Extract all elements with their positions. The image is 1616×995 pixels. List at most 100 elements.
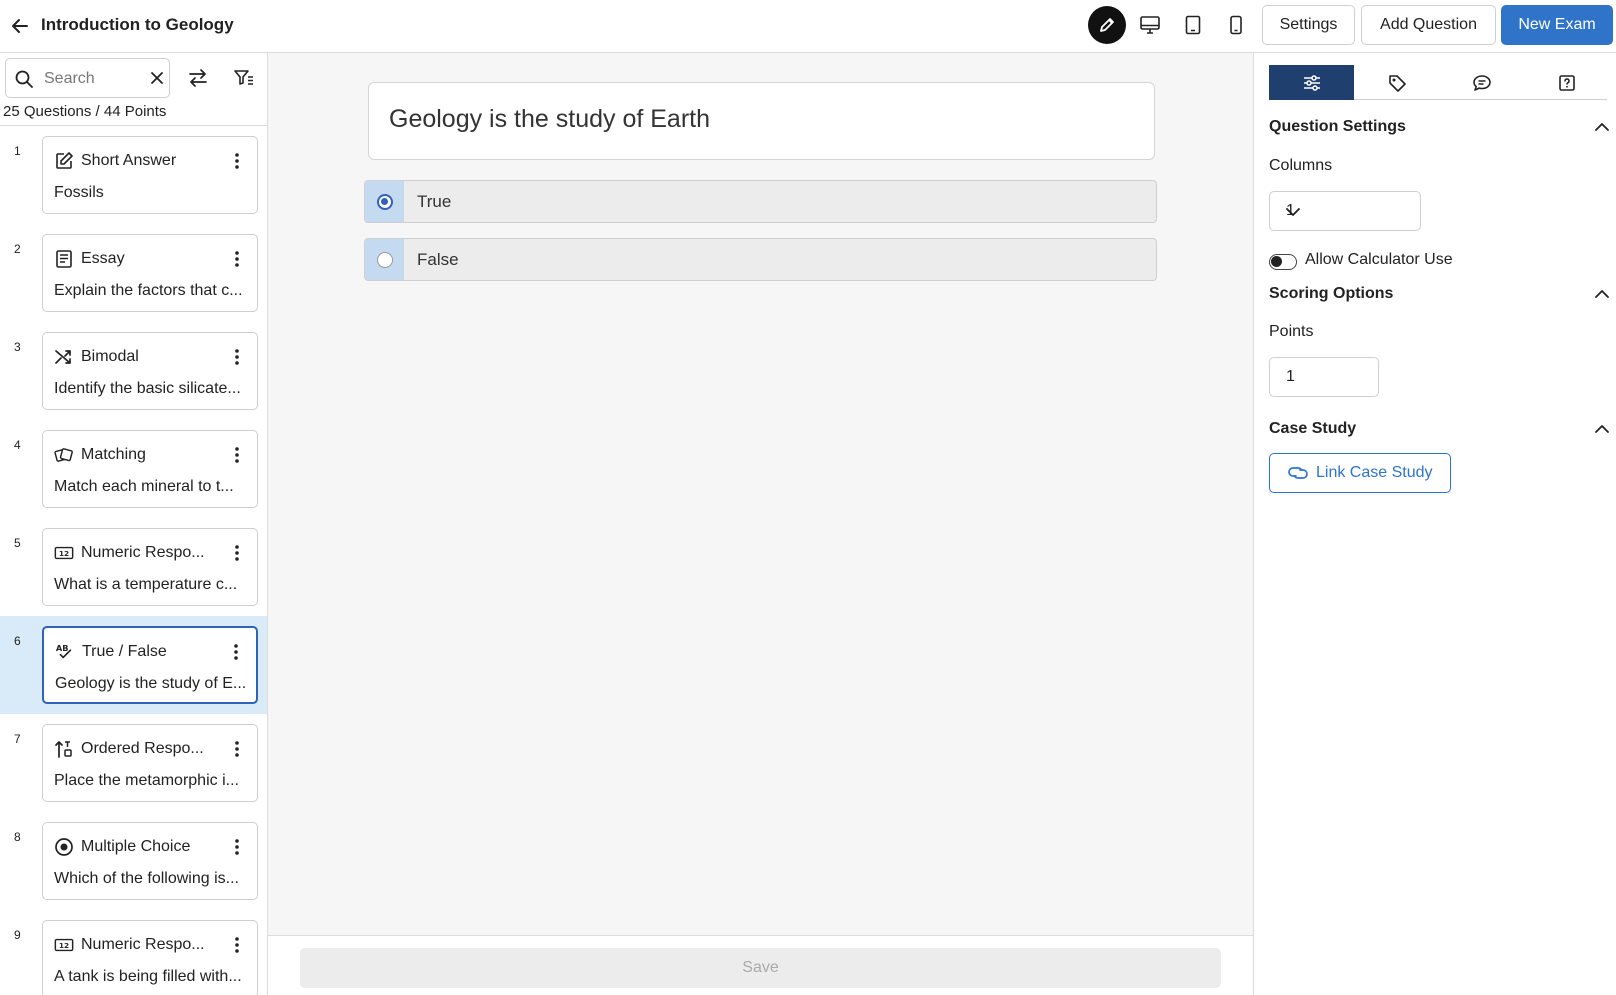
list-item-selected: 6 AB True / False Geology is the study o… [0, 616, 267, 714]
more-vertical-icon[interactable] [227, 150, 247, 172]
question-card[interactable]: Short Answer Fossils [42, 136, 258, 214]
more-vertical-icon[interactable] [227, 248, 247, 270]
question-preview: Identify the basic silicate... [54, 380, 241, 397]
list-item: 2 Essay Explain the factors that c... [0, 224, 267, 322]
list-item: 3 Bimodal Identify the basic silicate... [0, 322, 267, 420]
more-vertical-icon[interactable] [227, 836, 247, 858]
ordered-icon [54, 739, 74, 759]
question-type: Multiple Choice [81, 838, 191, 855]
option-false[interactable]: False [364, 238, 1157, 281]
question-number: 6 [14, 634, 21, 648]
list-item: 7 Ordered Respo... Place the metamorphic… [0, 714, 267, 812]
question-number: 8 [14, 830, 21, 844]
question-preview: Match each mineral to t... [54, 478, 234, 495]
add-question-button[interactable]: Add Question [1361, 5, 1496, 45]
more-vertical-icon[interactable] [227, 934, 247, 956]
columns-select[interactable]: 1 [1269, 191, 1421, 231]
tab-help-icon[interactable] [1524, 65, 1609, 100]
numeric-icon: 12 [54, 935, 74, 955]
filter-icon[interactable] [230, 64, 258, 92]
link-icon [1286, 465, 1310, 486]
question-card[interactable]: AB True / False Geology is the study of … [42, 626, 258, 704]
settings-button[interactable]: Settings [1262, 5, 1355, 45]
question-card[interactable]: 12 Numeric Respo... What is a temperatur… [42, 528, 258, 606]
list-item: 8 Multiple Choice Which of the following… [0, 812, 267, 910]
list-item: 5 12 Numeric Respo... What is a temperat… [0, 518, 267, 616]
list-item: 4 Matching Match each mineral to t... [0, 420, 267, 518]
question-card[interactable]: Multiple Choice Which of the following i… [42, 822, 258, 900]
points-input[interactable] [1269, 357, 1379, 397]
radio-button-checked[interactable] [376, 193, 393, 210]
desktop-preview-icon[interactable] [1131, 6, 1169, 44]
question-text-box[interactable]: Geology is the study of Earth [368, 82, 1155, 160]
chevron-up-icon[interactable] [1592, 418, 1612, 438]
question-preview: Place the metamorphic i... [54, 772, 239, 789]
more-vertical-icon[interactable] [226, 641, 246, 663]
matching-icon [54, 445, 74, 465]
question-preview: Fossils [54, 184, 104, 201]
editor-footer: Save [268, 935, 1253, 995]
tablet-preview-icon[interactable] [1174, 6, 1212, 44]
tab-comments-icon[interactable] [1439, 65, 1524, 100]
question-type: Short Answer [81, 152, 177, 169]
question-preview: A tank is being filled with... [54, 968, 242, 985]
search-icon [14, 69, 34, 94]
columns-label: Columns [1269, 157, 1333, 174]
page-title: Introduction to Geology [41, 15, 234, 34]
tab-tags-icon[interactable] [1354, 65, 1439, 100]
radio-icon [54, 837, 74, 857]
search-box [5, 58, 170, 98]
question-card[interactable]: Matching Match each mineral to t... [42, 430, 258, 508]
more-vertical-icon[interactable] [227, 542, 247, 564]
more-vertical-icon[interactable] [227, 738, 247, 760]
question-type: Numeric Respo... [81, 544, 205, 561]
question-number: 3 [14, 340, 21, 354]
question-card[interactable]: Ordered Respo... Place the metamorphic i… [42, 724, 258, 802]
question-number: 2 [14, 242, 21, 256]
radio-button[interactable] [376, 251, 393, 268]
question-card[interactable]: 12 Numeric Respo... A tank is being fill… [42, 920, 258, 995]
numeric-icon: 12 [54, 543, 74, 563]
document-icon [54, 249, 74, 269]
question-number: 1 [14, 144, 21, 158]
calculator-toggle[interactable] [1269, 254, 1297, 270]
question-sidebar: 25 Questions / 44 Points 1 Short Answer … [0, 53, 268, 995]
radio-cell [365, 181, 404, 222]
save-button[interactable]: Save [300, 948, 1221, 988]
edit-mode-pencil-icon[interactable] [1088, 6, 1126, 44]
mobile-preview-icon[interactable] [1217, 6, 1255, 44]
question-editor: Geology is the study of Earth True False… [268, 53, 1253, 995]
radio-cell [365, 239, 404, 280]
question-number: 9 [14, 928, 21, 942]
link-case-study-button[interactable]: Link Case Study [1269, 453, 1451, 493]
more-vertical-icon[interactable] [227, 346, 247, 368]
calculator-label: Allow Calculator Use [1305, 251, 1453, 268]
question-list: 1 Short Answer Fossils 2 Essay Explain t… [0, 125, 267, 995]
tab-settings-sliders-icon[interactable] [1269, 65, 1354, 100]
spellcheck-icon: AB [55, 642, 75, 662]
new-exam-button[interactable]: New Exam [1501, 5, 1613, 45]
question-settings-title: Question Settings [1269, 118, 1406, 135]
back-arrow-icon[interactable] [6, 12, 34, 40]
settings-panel: Question Settings Columns 1 Allow Calcul… [1253, 53, 1616, 995]
question-number: 4 [14, 438, 21, 452]
scoring-options-title: Scoring Options [1269, 285, 1394, 302]
question-card[interactable]: Essay Explain the factors that c... [42, 234, 258, 312]
shuffle-icon [54, 347, 74, 367]
question-number: 5 [14, 536, 21, 550]
swap-icon[interactable] [184, 64, 212, 92]
close-icon[interactable] [149, 70, 165, 91]
link-case-study-label: Link Case Study [1316, 464, 1433, 481]
chevron-up-icon[interactable] [1592, 116, 1612, 136]
search-input[interactable] [44, 67, 142, 91]
edit-icon [54, 151, 74, 171]
question-preview: Explain the factors that c... [54, 282, 243, 299]
option-true[interactable]: True [364, 180, 1157, 223]
chevron-up-icon[interactable] [1592, 283, 1612, 303]
question-preview: Geology is the study of E... [55, 675, 247, 692]
svg-text:AB: AB [56, 643, 69, 653]
more-vertical-icon[interactable] [227, 444, 247, 466]
question-card[interactable]: Bimodal Identify the basic silicate... [42, 332, 258, 410]
svg-text:12: 12 [59, 941, 69, 950]
svg-text:12: 12 [59, 549, 69, 558]
